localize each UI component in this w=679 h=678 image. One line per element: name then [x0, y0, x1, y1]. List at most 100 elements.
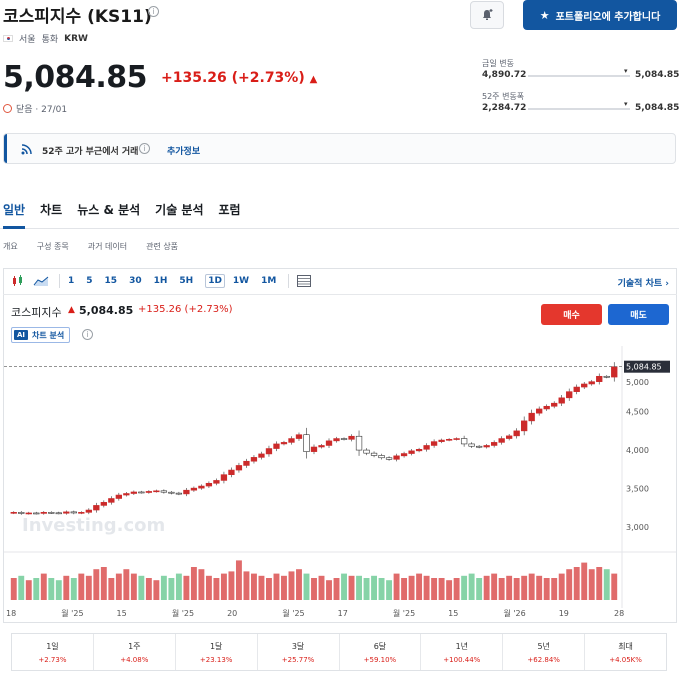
performance-cell[interactable]: 1주 +4.08%	[94, 634, 176, 670]
candle-body	[55, 512, 62, 515]
performance-value: +59.10%	[363, 655, 397, 664]
week52-range-marker-icon: ▾	[624, 100, 628, 108]
subtab-historical[interactable]: 과거 데이터	[88, 241, 127, 252]
banner-info-icon[interactable]: i	[139, 143, 150, 154]
page-title: 코스피지수 (KS11)	[3, 7, 152, 27]
volume-bar	[78, 573, 85, 600]
sell-button[interactable]: 매도	[608, 304, 669, 325]
tab-technical[interactable]: 기술 분석	[155, 201, 203, 218]
candle-body	[100, 502, 107, 506]
x-tick-label: 월 '25	[61, 608, 83, 618]
subtab-related[interactable]: 관련 상품	[146, 241, 178, 252]
add-alert-button[interactable]	[470, 1, 504, 29]
interval-5h[interactable]: 5H	[179, 276, 193, 286]
candle-body	[378, 455, 385, 459]
interval-30[interactable]: 30	[129, 276, 142, 286]
price-chart[interactable]: Investing.com 5,084.85 3,000 3,500 4,000 4,5…	[4, 346, 676, 622]
ai-chart-analysis-button[interactable]: AI 차트 분석	[11, 327, 71, 343]
candle-body	[363, 449, 370, 454]
performance-period: 1년	[455, 641, 469, 651]
candle-body	[438, 439, 445, 442]
candlestick-glyph	[13, 275, 22, 286]
volume-bar	[506, 575, 513, 600]
volume-bar	[266, 578, 272, 600]
x-tick-label: 20	[227, 609, 237, 618]
volume-bar	[273, 573, 280, 600]
performance-period: 1주	[128, 641, 141, 651]
volume-bar	[183, 575, 190, 600]
interval-1h[interactable]: 1H	[154, 276, 168, 286]
candle-body	[160, 490, 168, 493]
volume-bar	[318, 575, 325, 600]
day-range-bar	[528, 75, 630, 77]
currency-value: KRW	[64, 33, 88, 44]
volume-bar	[281, 575, 287, 600]
volume-bar	[213, 578, 220, 600]
tab-chart[interactable]: 차트	[40, 201, 62, 218]
candle-body	[25, 512, 32, 515]
performance-value: +62.84%	[527, 655, 560, 664]
volume-bar	[303, 573, 310, 600]
performance-cell[interactable]: 1달 +23.13%	[176, 634, 258, 670]
volume-bar	[70, 578, 77, 600]
volume-bar	[371, 575, 378, 600]
legend-name: 코스피지수	[11, 306, 62, 319]
volume-bar	[543, 578, 550, 600]
performance-cell[interactable]: 3달 +25.77%	[258, 634, 340, 670]
candle-body	[603, 375, 610, 378]
banner-more-link[interactable]: 추가정보	[167, 144, 200, 157]
interval-1[interactable]: 1	[68, 276, 74, 286]
tab-overview[interactable]: 일반	[3, 201, 25, 218]
candlestick-icon[interactable]	[11, 274, 25, 288]
candle-body	[348, 435, 355, 440]
volume-bar	[581, 562, 588, 600]
area-glyph	[33, 276, 49, 286]
volume-bar	[573, 567, 580, 600]
volume-bar	[498, 578, 505, 600]
performance-cell[interactable]: 5년 +62.84%	[503, 634, 586, 670]
interval-1w[interactable]: 1W	[233, 276, 249, 286]
candle-body	[220, 474, 228, 481]
performance-cell[interactable]: 최대 +4.05K%	[585, 634, 666, 670]
legend-up-arrow-icon: ▲	[68, 305, 75, 315]
interval-5[interactable]: 5	[86, 276, 92, 286]
candle-body	[213, 480, 220, 484]
tab-news[interactable]: 뉴스 & 분석	[77, 201, 140, 218]
subtab-summary[interactable]: 개요	[3, 241, 18, 252]
volume-bar	[205, 575, 212, 600]
candle-body	[183, 489, 190, 495]
performance-cell[interactable]: 1년 +100.44%	[421, 634, 504, 670]
performance-cell[interactable]: 1일 +2.73%	[12, 634, 94, 670]
area-chart-icon[interactable]	[33, 275, 49, 287]
interval-1m[interactable]: 1M	[261, 276, 276, 286]
performance-cell[interactable]: 6달 +59.10%	[340, 634, 422, 670]
performance-value: +23.13%	[199, 655, 233, 664]
candle-body	[460, 438, 468, 445]
volume-bar	[551, 578, 558, 600]
tab-forum[interactable]: 포럼	[219, 201, 241, 218]
add-to-portfolio-button[interactable]: ★ 포트폴리오에 추가합니다	[523, 0, 677, 30]
interval-15[interactable]: 15	[105, 276, 118, 286]
interval-1d[interactable]: 1D	[205, 274, 225, 288]
price-change: +135.26 (+2.73%) ▲	[161, 70, 317, 86]
buy-button[interactable]: 매수	[541, 304, 602, 325]
volume-bar	[528, 573, 535, 600]
technical-chart-link[interactable]: 기술적 차트 ›	[618, 276, 669, 289]
ai-info-icon[interactable]: i	[82, 329, 93, 340]
candle-body	[475, 445, 483, 448]
week52-range-bar	[528, 108, 630, 110]
table-glyph	[297, 275, 312, 287]
price-change-value: +135.26 (+2.73%)	[161, 70, 305, 86]
banner-text: 52주 고가 부근에서 거래	[42, 147, 139, 157]
candle-body	[190, 487, 198, 491]
tab-divider	[0, 228, 679, 229]
volume-bar	[220, 573, 227, 600]
subtab-components[interactable]: 구성 종목	[37, 241, 69, 252]
performance-period: 5년	[537, 641, 550, 651]
volume-bar	[483, 575, 490, 600]
candle-body	[490, 442, 498, 446]
volume-bar	[461, 575, 468, 600]
candle-body	[273, 443, 280, 449]
table-view-icon[interactable]	[297, 275, 312, 287]
info-icon[interactable]: i	[148, 6, 159, 17]
